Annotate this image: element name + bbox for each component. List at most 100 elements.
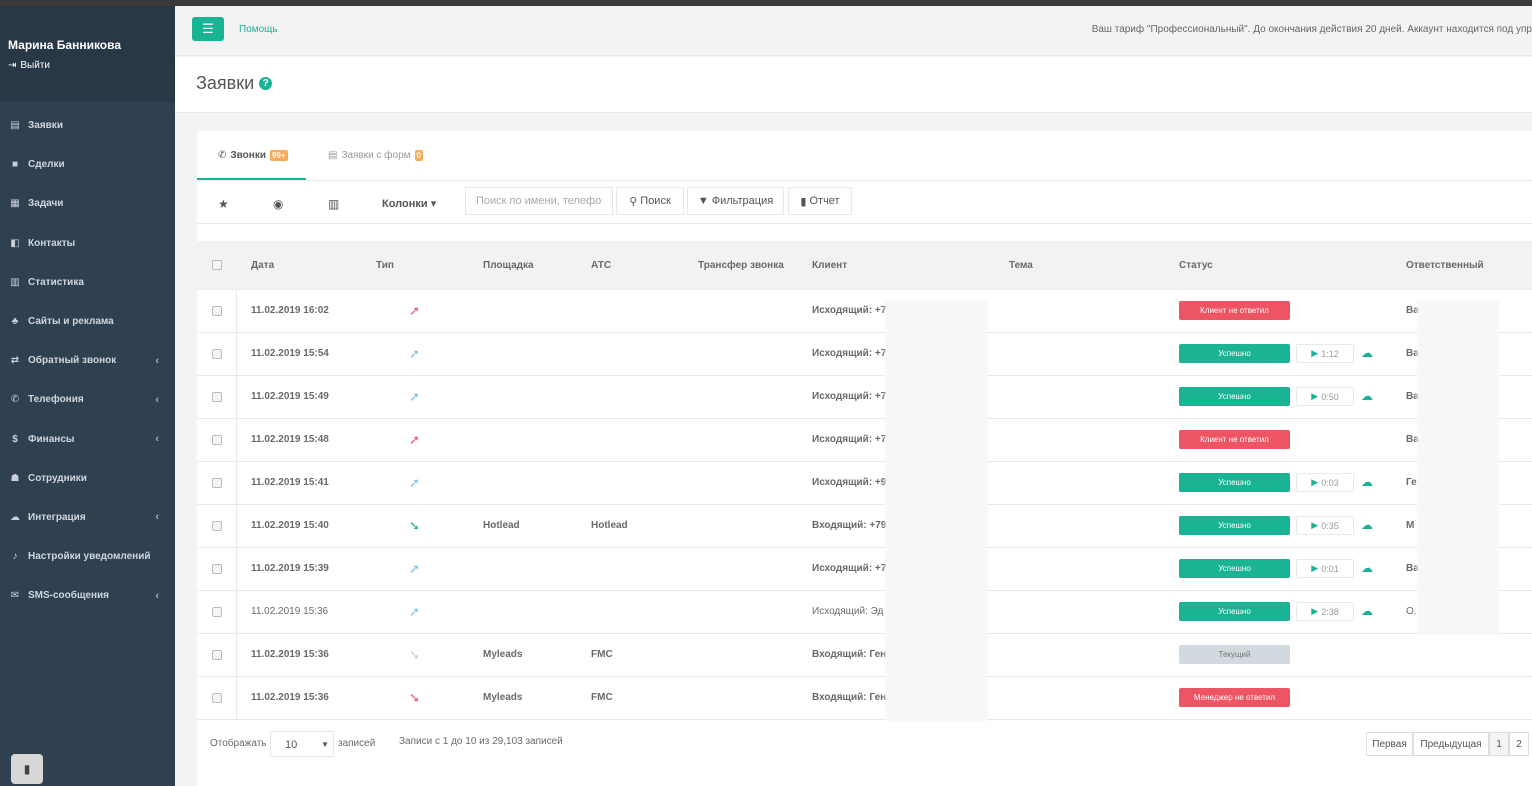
row-checkbox[interactable] — [212, 564, 222, 574]
sidebar-item-6[interactable]: ⇄ Обратный звонок ‹ — [0, 341, 175, 380]
page-size-select[interactable]: 10 ▼ — [270, 731, 334, 757]
select-all-checkbox[interactable] — [212, 260, 222, 270]
table-row[interactable]: 11.02.2019 16:02 ➚ Исходящий: +7 Клиент не … — [197, 290, 1532, 333]
row-checkbox[interactable] — [212, 693, 222, 703]
play-recording-button[interactable]: ▶ 1:12 — [1296, 344, 1354, 363]
recording-duration: 0:50 — [1321, 391, 1339, 402]
table-row[interactable]: 11.02.2019 15:36 ➘ Myleads FMC Входящий: Ген… — [197, 677, 1532, 720]
cloud-download-icon[interactable]: ☁ — [1361, 389, 1373, 403]
pager-prev[interactable]: Предыдущая — [1413, 732, 1489, 756]
cloud-download-icon[interactable]: ☁ — [1361, 475, 1373, 489]
search-icon: ⚲ — [629, 195, 638, 208]
sidebar-item-label: SMS-сообщения — [28, 590, 109, 602]
row-checkbox[interactable] — [212, 521, 222, 531]
row-client[interactable]: Исходящий: Эд — [812, 606, 883, 617]
play-recording-button[interactable]: ▶ 0:35 — [1296, 516, 1354, 535]
dollar-icon: $ — [12, 433, 18, 445]
th-date[interactable]: Дата — [251, 260, 274, 271]
cloud-download-icon[interactable]: ☁ — [1361, 604, 1373, 618]
table-row[interactable]: 11.02.2019 15:48 ➚ Исходящий: +7 Клиент не … — [197, 419, 1532, 462]
sidebar-item-7[interactable]: ✆ Телефония ‹ — [0, 380, 175, 419]
cloud-download-icon[interactable]: ☁ — [1361, 346, 1373, 360]
table-row[interactable]: 11.02.2019 15:39 ➚ Исходящий: +7 Успешно ▶ 0:… — [197, 548, 1532, 591]
status-badge: Менеджер не ответил — [1179, 688, 1290, 707]
th-client[interactable]: Клиент — [812, 260, 847, 271]
sidebar-item-1[interactable]: ■ Сделки — [0, 145, 175, 184]
th-type[interactable]: Тип — [376, 260, 394, 271]
th-transfer[interactable]: Трансфер звонка — [698, 260, 784, 271]
play-recording-button[interactable]: ▶ 0:03 — [1296, 473, 1354, 492]
sidebar-item-9[interactable]: ☗ Сотрудники — [0, 459, 175, 498]
table-footer: Отображать 10 ▼ записей Записи с 1 до 10… — [197, 731, 1532, 771]
row-checkbox[interactable] — [212, 607, 222, 617]
row-client[interactable]: Исходящий: +7 — [812, 305, 886, 316]
table-row[interactable]: 11.02.2019 15:49 ➚ Исходящий: +7 Успешно ▶ 0:… — [197, 376, 1532, 419]
filter-button[interactable]: ▼ Фильтрация — [687, 187, 784, 215]
eye-icon[interactable]: ◉ — [273, 197, 283, 211]
table-row[interactable]: 11.02.2019 15:41 ➚ Исходящий: +9 Успешно ▶ 0:… — [197, 462, 1532, 505]
table-row[interactable]: 11.02.2019 15:36 ➚ Исходящий: Эд Успешно ▶ 2:… — [197, 591, 1532, 634]
sidebar-item-0[interactable]: ▤ Заявки — [0, 106, 175, 145]
cloud-download-icon[interactable]: ☁ — [1361, 561, 1373, 575]
row-checkbox[interactable] — [212, 349, 222, 359]
row-checkbox[interactable] — [212, 306, 222, 316]
sidebar-item-label: Сделки — [28, 159, 65, 171]
row-client[interactable]: Исходящий: +7 — [812, 563, 886, 574]
outgoing-call-icon: ➚ — [409, 303, 420, 318]
sidebar-item-8[interactable]: $ Финансы ‹ — [0, 420, 175, 459]
menu-toggle-button[interactable]: ☰ — [192, 17, 224, 41]
row-client[interactable]: Входящий: +79 — [812, 520, 886, 531]
logout-link[interactable]: ⇥ Выйти — [8, 60, 175, 71]
chevron-left-icon: ‹ — [155, 393, 159, 406]
table-row[interactable]: 11.02.2019 15:36 ➘ Myleads FMC Входящий: Ген… — [197, 634, 1532, 677]
play-recording-button[interactable]: ▶ 0:50 — [1296, 387, 1354, 406]
row-date: 11.02.2019 15:40 — [251, 520, 329, 531]
th-site[interactable]: Площадка — [483, 260, 534, 271]
tab-form-requests[interactable]: ▤ Заявки с форм 0 — [328, 150, 423, 161]
row-client[interactable]: Исходящий: +9 — [812, 477, 886, 488]
th-topic[interactable]: Тема — [1009, 260, 1033, 271]
bell-icon: ♪ — [12, 551, 18, 563]
exchange-icon: ⇄ — [10, 355, 20, 367]
question-circle-icon[interactable]: ? — [259, 77, 273, 90]
row-client[interactable]: Исходящий: +7 — [812, 348, 886, 359]
tab-calls[interactable]: ✆ Звонки 99+ — [218, 150, 288, 161]
th-responsible[interactable]: Ответственный — [1406, 260, 1484, 271]
sidebar-item-11[interactable]: ♪ Настройки уведомлений — [0, 537, 175, 576]
pager-first[interactable]: Первая — [1366, 732, 1413, 756]
cloud-download-icon[interactable]: ☁ — [1361, 518, 1373, 532]
play-recording-button[interactable]: ▶ 0:01 — [1296, 559, 1354, 578]
pager-page-1[interactable]: 1 — [1489, 732, 1509, 756]
row-checkbox[interactable] — [212, 478, 222, 488]
row-client[interactable]: Исходящий: +7 — [812, 434, 886, 445]
recording-duration: 0:03 — [1321, 477, 1339, 488]
row-client[interactable]: Исходящий: +7 — [812, 391, 886, 402]
search-input[interactable] — [465, 187, 613, 215]
sidebar-item-10[interactable]: ☁ Интеграция ‹ — [0, 498, 175, 537]
play-recording-button[interactable]: ▶ 2:38 — [1296, 602, 1354, 621]
cloud-icon: ☁ — [10, 511, 20, 523]
row-client[interactable]: Входящий: Ген — [812, 692, 886, 703]
help-link[interactable]: Помощь — [239, 24, 278, 35]
report-button[interactable]: ▮ Отчет — [788, 187, 852, 215]
sidebar-item-12[interactable]: ✉ SMS-сообщения ‹ — [0, 576, 175, 615]
outgoing-call-icon: ➚ — [409, 432, 420, 447]
sidebar-item-3[interactable]: ◧ Контакты — [0, 224, 175, 263]
sidebar-item-2[interactable]: ▦ Задачи — [0, 184, 175, 223]
th-status[interactable]: Статус — [1179, 260, 1213, 271]
sidebar-item-4[interactable]: ▥ Статистика — [0, 263, 175, 302]
row-checkbox[interactable] — [212, 392, 222, 402]
table-row[interactable]: 11.02.2019 15:40 ➘ Hotlead Hotlead Входящий:… — [197, 505, 1532, 548]
sidebar-item-5[interactable]: ♣ Сайты и реклама — [0, 302, 175, 341]
search-button[interactable]: ⚲ Поиск — [616, 187, 684, 215]
row-checkbox[interactable] — [212, 435, 222, 445]
star-icon[interactable]: ★ — [218, 197, 229, 211]
table-row[interactable]: 11.02.2019 15:54 ➚ Исходящий: +7 Успешно ▶ 1:… — [197, 333, 1532, 376]
bookmark-button[interactable]: ▮ — [11, 754, 43, 784]
row-checkbox[interactable] — [212, 650, 222, 660]
columns-dropdown[interactable]: Колонки ▾ — [382, 197, 436, 210]
pager-page-2[interactable]: 2 — [1509, 732, 1529, 756]
trash-icon[interactable]: ▥ — [328, 197, 339, 211]
row-client[interactable]: Входящий: Ген — [812, 649, 886, 660]
th-ats[interactable]: АТС — [591, 260, 611, 271]
